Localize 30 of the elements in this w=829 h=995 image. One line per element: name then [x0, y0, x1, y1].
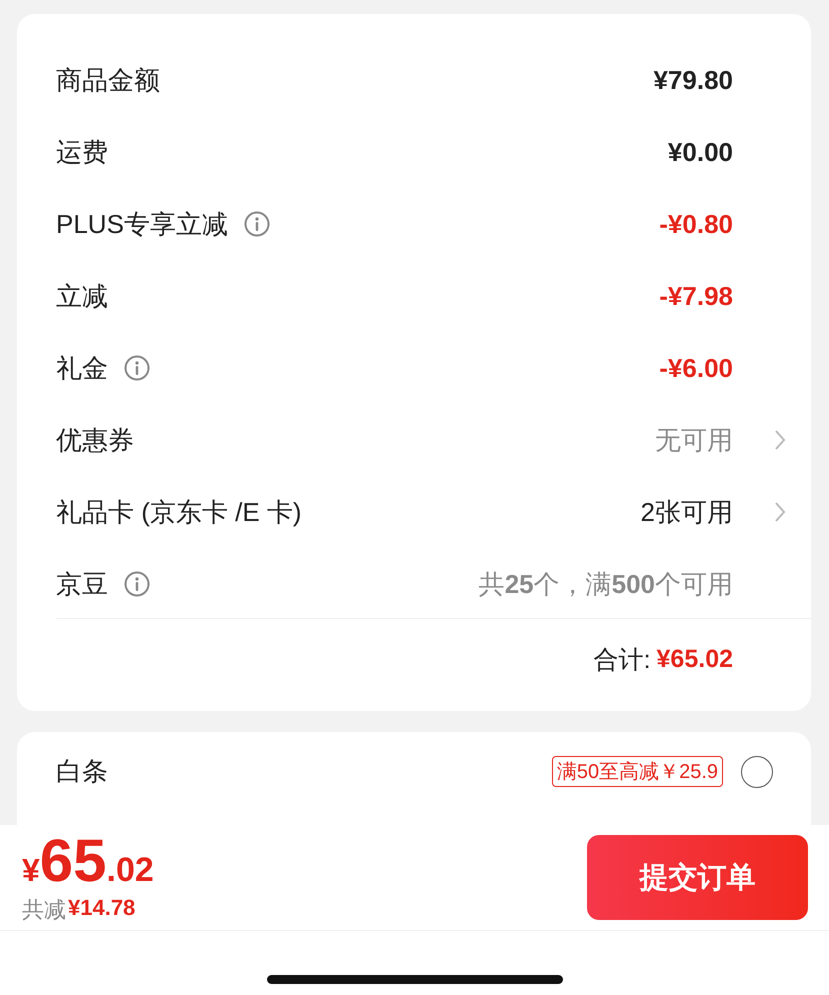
- row-label: PLUS专享立减: [56, 208, 228, 240]
- total-label: 合计:: [594, 644, 651, 676]
- row-label: 京豆: [56, 568, 108, 600]
- chevron-right-icon[interactable]: [774, 501, 786, 523]
- info-icon[interactable]: [244, 211, 270, 237]
- row-value: ¥79.80: [653, 64, 733, 96]
- row-value: 2张可用: [640, 496, 733, 528]
- promo-tag: 满50至高减￥25.9: [552, 756, 723, 787]
- row-label: 商品金额: [56, 64, 160, 96]
- info-icon[interactable]: [124, 355, 150, 381]
- row-label: 立减: [56, 280, 108, 312]
- total-amount: ¥65.02: [656, 644, 733, 674]
- row-label: 优惠券: [56, 424, 134, 456]
- row-value: 无可用: [655, 424, 733, 456]
- payment-label: 白条: [56, 755, 108, 788]
- row-value: -¥7.98: [659, 280, 733, 312]
- row-label: 运费: [56, 136, 108, 168]
- row-value: -¥0.80: [659, 208, 733, 240]
- saved-label: 共减: [22, 896, 66, 924]
- submit-order-button[interactable]: 提交订单: [587, 835, 808, 920]
- row-label: 礼金: [56, 352, 108, 384]
- chevron-right-icon[interactable]: [774, 429, 786, 451]
- info-icon[interactable]: [124, 571, 150, 597]
- row-value: -¥6.00: [659, 352, 733, 384]
- row-label: 礼品卡 (京东卡 /E 卡): [56, 496, 302, 528]
- row-value: 共25个，满500个可用: [478, 568, 733, 600]
- total-price: ¥65.02: [22, 830, 155, 890]
- radio-button[interactable]: [741, 756, 773, 788]
- saved-amount: ¥14.78: [68, 894, 136, 922]
- row-value: ¥0.00: [668, 136, 733, 168]
